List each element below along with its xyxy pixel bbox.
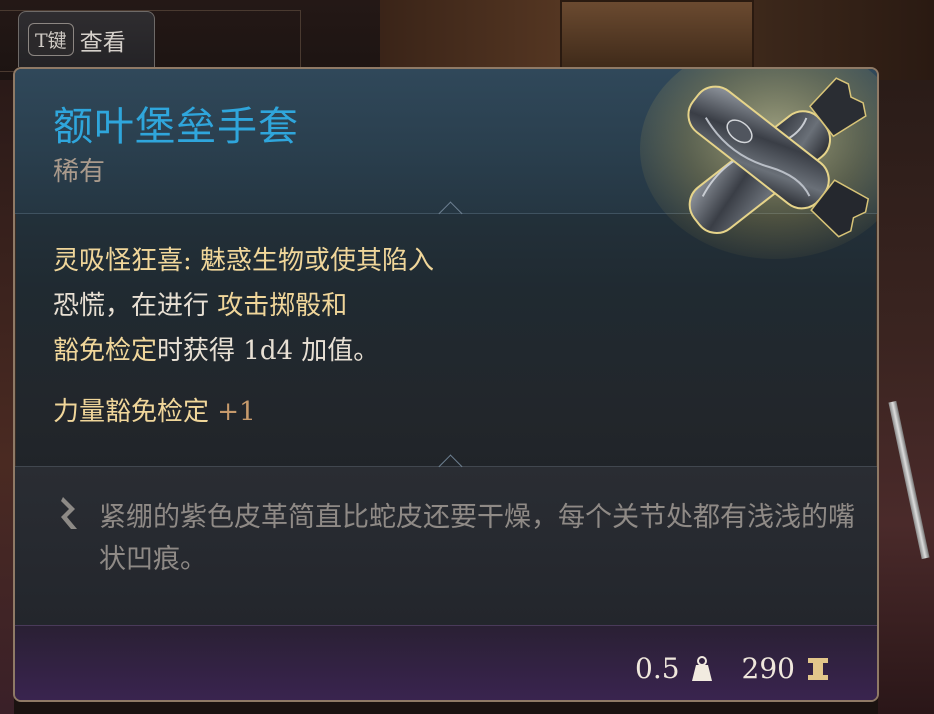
desc-line3: 时获得 1d4 加值。 [157, 336, 380, 366]
keycap-t: T键 [28, 23, 74, 56]
desc-line2-highlight: 攻击掷骰和 [217, 291, 348, 321]
lore-text: 紧绷的紫色皮革简直比蛇皮还要干燥，每个关节处都有浅浅的嘴状凹痕。 [99, 502, 855, 575]
gauntlets-icon [640, 69, 877, 259]
stat-bonus-value: +1 [217, 397, 256, 427]
gold-value: 290 [741, 652, 795, 685]
inspect-label: 查看 [79, 29, 126, 56]
background-left-edge [0, 80, 14, 714]
item-description: 灵吸怪狂喜: 魅惑生物或使其陷入 恐慌，在进行 攻击掷骰和 豁免检定时获得 1d… [53, 239, 573, 432]
item-rarity: 稀有 [53, 157, 106, 187]
background-beam [560, 0, 754, 74]
lore-section: 紧绷的紫色皮革简直比蛇皮还要干燥，每个关节处都有浅浅的嘴状凹痕。 [15, 467, 877, 625]
item-name: 额叶堡垒手套 [53, 104, 299, 150]
item-tooltip: 额叶堡垒手套 稀有 灵吸怪狂喜: 魅惑生物或使其陷入 恐慌，在进行 攻击掷骰和 … [13, 67, 879, 702]
stat-bonus-label: 力量豁免检定 [53, 397, 210, 427]
inspect-keybind-tab[interactable]: T键 查看 [18, 11, 155, 67]
item-stats: 0.5 290 [635, 652, 831, 685]
lore-quill-icon [61, 497, 77, 529]
passive-name: 灵吸怪狂喜: [53, 246, 192, 276]
desc-line1: 魅惑生物或使其陷入 [191, 246, 435, 276]
stat-bonus-row: 力量豁免检定 +1 [53, 392, 573, 432]
desc-line3-highlight: 豁免检定 [53, 336, 158, 366]
weight-icon [691, 655, 712, 681]
gold-icon [808, 657, 828, 680]
tooltip-footer: 0.5 290 [15, 625, 877, 700]
desc-line2: 恐慌，在进行 [53, 291, 218, 321]
weight-value: 0.5 [635, 652, 680, 685]
background-right-edge [878, 80, 934, 714]
